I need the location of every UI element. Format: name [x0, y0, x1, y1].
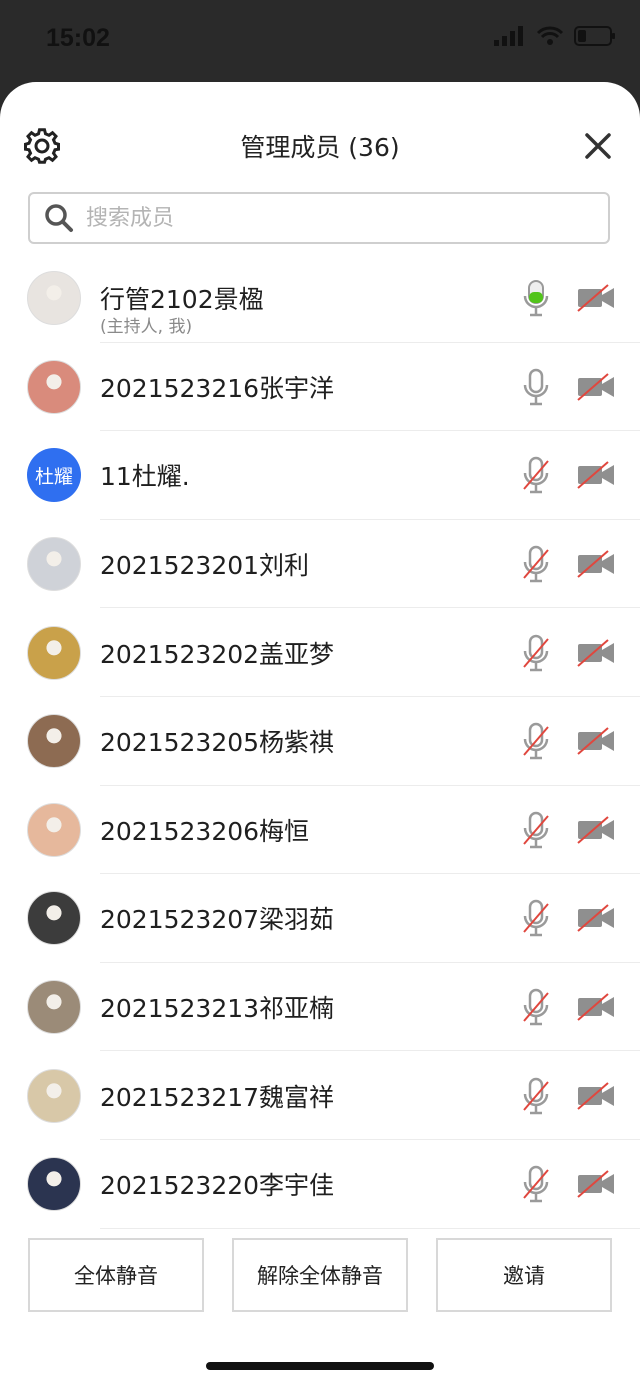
status-icons: [494, 26, 616, 46]
home-indicator: [206, 1362, 434, 1370]
avatar: [27, 271, 81, 326]
avatar: [27, 980, 81, 1035]
microphone-icon[interactable]: [520, 898, 552, 938]
member-row[interactable]: 2021523217魏富祥: [0, 1051, 640, 1140]
avatar-initials: 杜耀: [27, 448, 81, 503]
microphone-icon[interactable]: [520, 810, 552, 850]
microphone-icon[interactable]: [520, 544, 552, 584]
search-icon: [45, 204, 73, 232]
microphone-icon[interactable]: [520, 367, 552, 407]
avatar: [27, 537, 81, 592]
camera-off-icon[interactable]: [576, 373, 616, 401]
member-row[interactable]: 杜耀 11杜耀.: [0, 431, 640, 520]
page-title: 管理成员 (36): [240, 133, 400, 162]
member-role: (主持人, 我): [100, 317, 193, 337]
member-name: 2021523201刘利: [100, 551, 310, 581]
microphone-icon[interactable]: [520, 1164, 552, 1204]
footer-actions: 全体静音 解除全体静音 邀请: [0, 1238, 640, 1314]
member-name: 2021523213祁亚楠: [100, 994, 335, 1024]
battery-icon: [574, 26, 615, 46]
status-time: 15:02: [46, 24, 110, 52]
member-row[interactable]: 2021523207梁羽茹: [0, 874, 640, 963]
close-icon[interactable]: [584, 132, 612, 160]
member-row[interactable]: 2021523206梅恒: [0, 786, 640, 875]
wifi-icon: [536, 26, 564, 45]
camera-off-icon[interactable]: [576, 816, 616, 844]
member-name: 2021523217魏富祥: [100, 1082, 335, 1112]
microphone-icon[interactable]: [520, 721, 552, 761]
avatar: [27, 1157, 81, 1212]
member-name: 2021523205杨紫祺: [100, 728, 335, 758]
mute-all-button[interactable]: 全体静音: [28, 1238, 204, 1312]
camera-off-icon[interactable]: [576, 904, 616, 933]
camera-off-icon[interactable]: [576, 550, 616, 578]
avatar: [27, 802, 81, 857]
microphone-icon[interactable]: [520, 987, 552, 1027]
member-name: 2021523206梅恒: [100, 816, 310, 846]
avatar: [27, 891, 81, 946]
member-row[interactable]: 2021523216张宇洋: [0, 343, 640, 432]
avatar: [27, 1068, 81, 1123]
member-row[interactable]: 2021523201刘利: [0, 520, 640, 609]
member-name: 2021523216张宇洋: [100, 373, 335, 403]
member-row[interactable]: 行管2102景楹 (主持人, 我): [0, 254, 640, 343]
member-list: 行管2102景楹 (主持人, 我) 2021523216张宇洋 杜耀 11杜耀. 2…: [0, 254, 640, 1229]
avatar: 杜耀: [27, 448, 81, 503]
sheet-header: 管理成员 (36): [0, 82, 640, 192]
member-management-sheet: 管理成员 (36) 行管2102景楹 (主持人, 我) 2021523216张宇洋…: [0, 82, 640, 1385]
microphone-icon[interactable]: [520, 633, 552, 673]
avatar: [27, 625, 81, 680]
camera-off-icon[interactable]: [576, 638, 616, 667]
member-name: 11杜耀.: [100, 462, 190, 492]
member-name: 2021523202盖亚梦: [100, 639, 335, 669]
member-name: 2021523207梁羽茹: [100, 905, 335, 935]
row-divider: [100, 1227, 640, 1229]
signal-icon: [494, 26, 523, 46]
camera-off-icon[interactable]: [576, 284, 616, 313]
microphone-icon[interactable]: [520, 1076, 552, 1116]
microphone-icon[interactable]: [520, 278, 552, 318]
search-input[interactable]: [84, 204, 568, 232]
camera-off-icon[interactable]: [576, 993, 616, 1021]
member-name: 2021523220李宇佳: [100, 1171, 335, 1201]
avatar: [27, 714, 81, 769]
camera-off-icon[interactable]: [576, 727, 616, 756]
camera-off-icon[interactable]: [576, 1170, 616, 1198]
member-row[interactable]: 2021523202盖亚梦: [0, 608, 640, 697]
member-row[interactable]: 2021523220李宇佳: [0, 1140, 640, 1229]
member-row[interactable]: 2021523205杨紫祺: [0, 697, 640, 786]
member-name: 行管2102景楹: [100, 285, 264, 314]
member-row[interactable]: 2021523213祁亚楠: [0, 963, 640, 1052]
unmute-all-button[interactable]: 解除全体静音: [232, 1238, 408, 1312]
microphone-icon[interactable]: [520, 455, 552, 495]
camera-off-icon[interactable]: [576, 461, 616, 490]
invite-button[interactable]: 邀请: [436, 1238, 612, 1312]
status-bar: 15:02: [0, 0, 640, 82]
camera-off-icon[interactable]: [576, 1081, 616, 1110]
search-box[interactable]: [28, 192, 610, 244]
avatar: [27, 359, 81, 414]
